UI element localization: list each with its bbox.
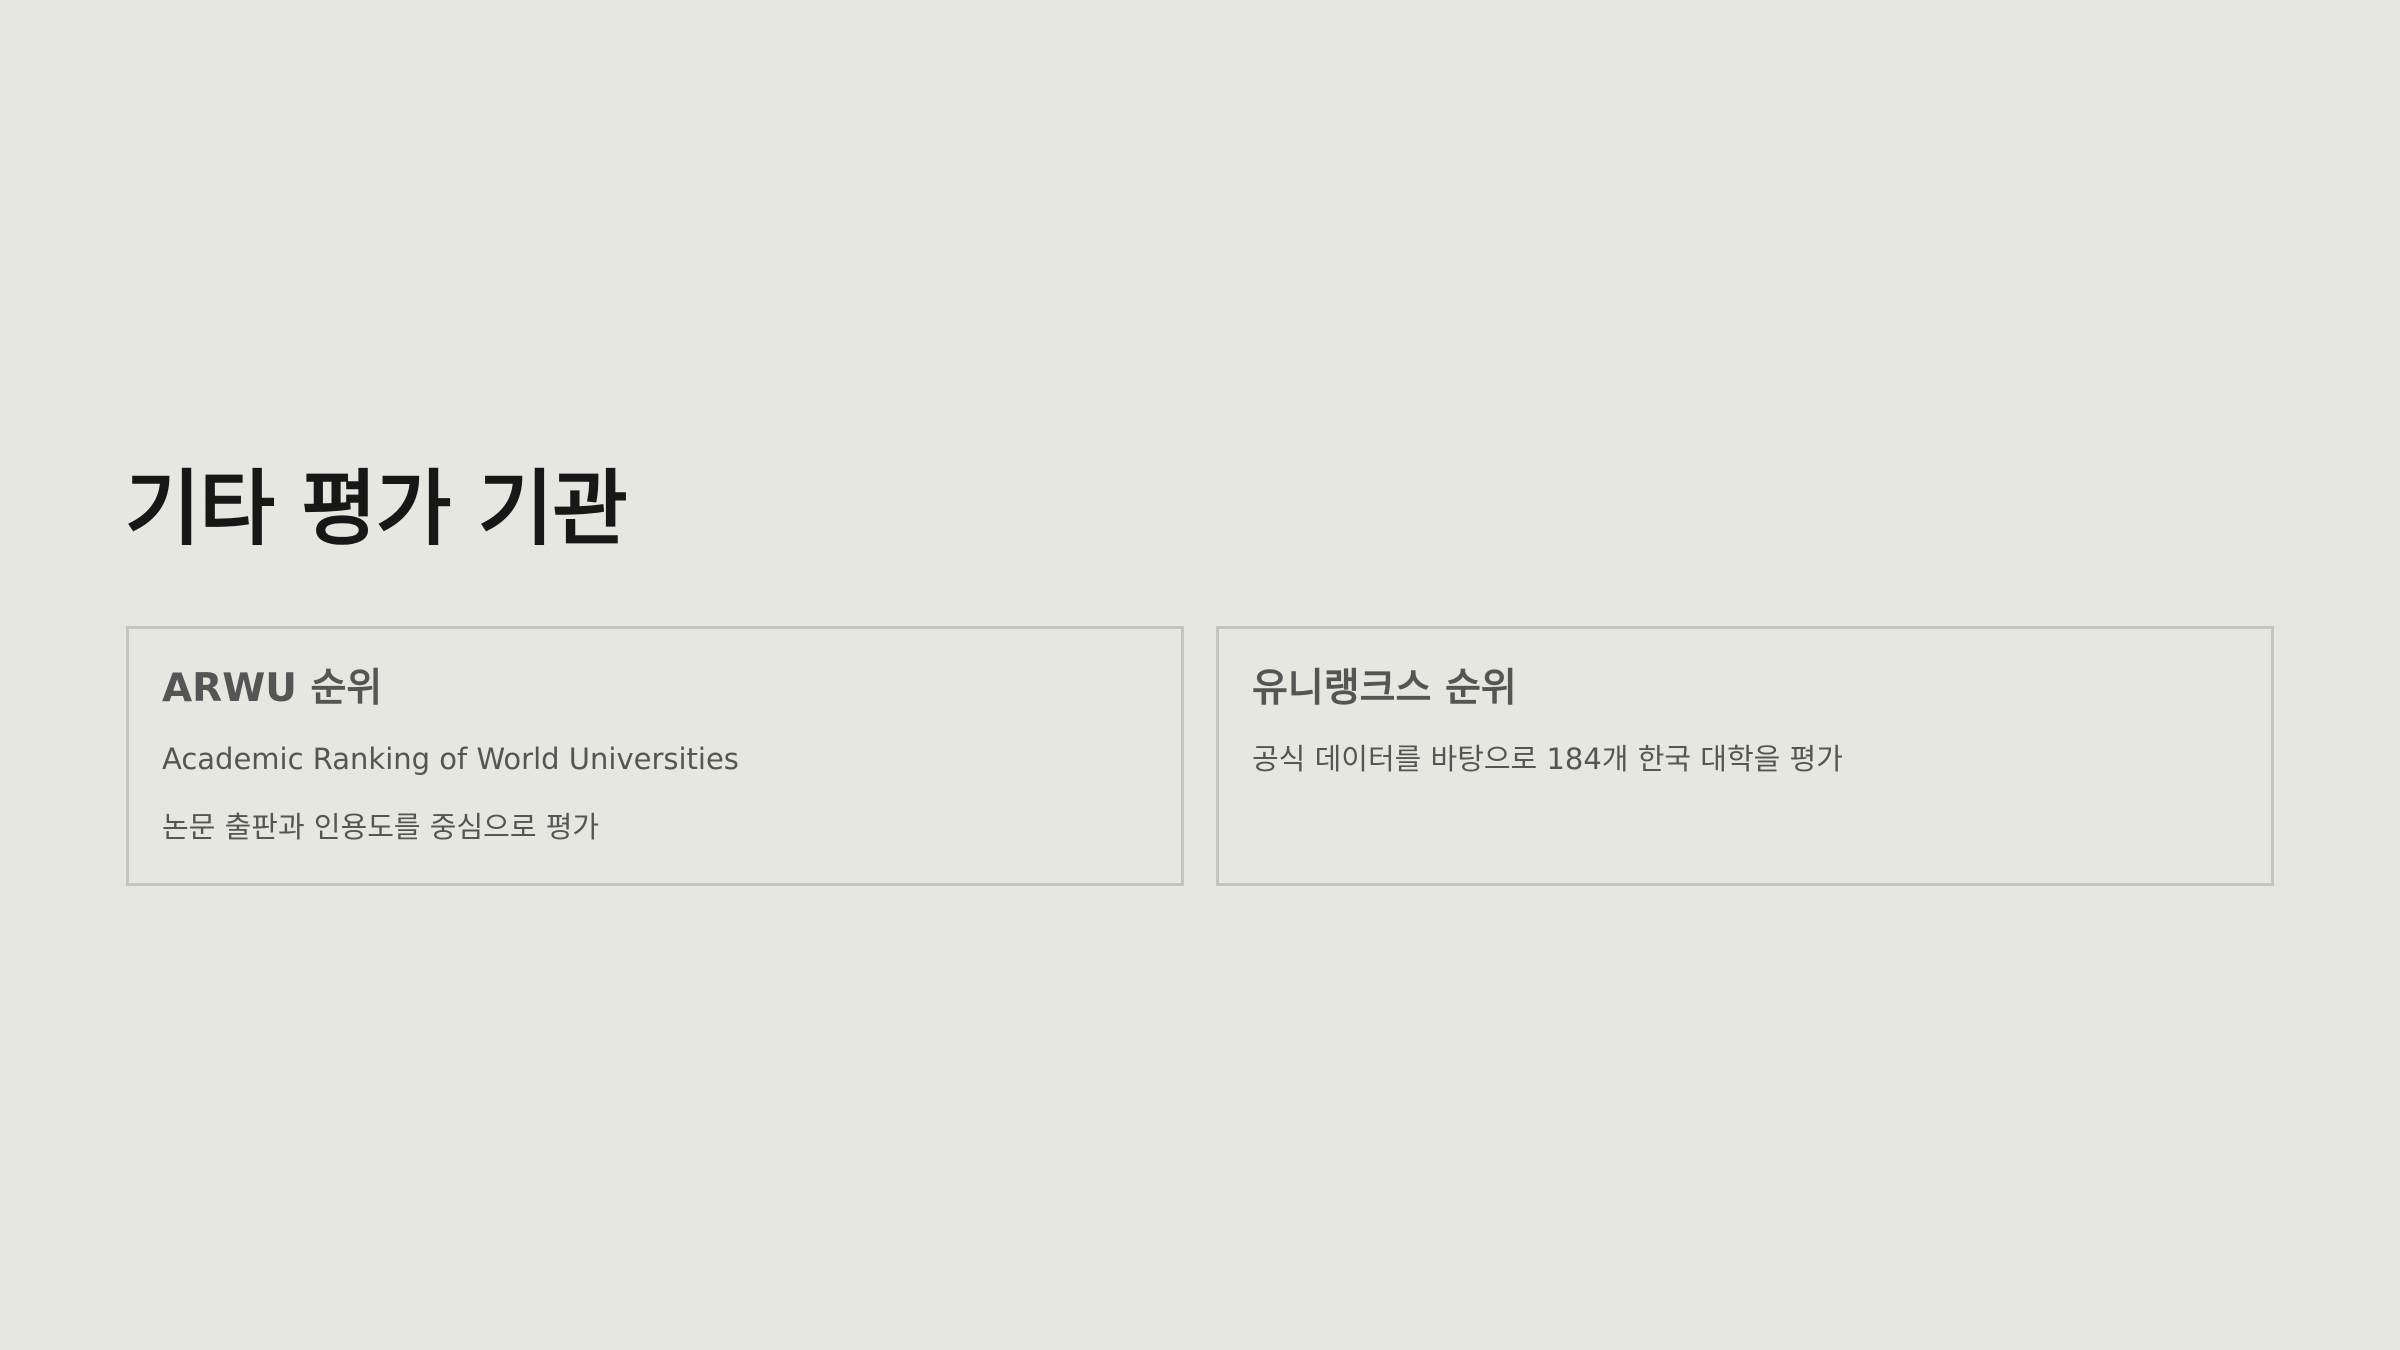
- slide: 기타 평가 기관 ARWU 순위 Academic Ranking of Wor…: [0, 0, 2400, 1350]
- uniranks-card: 유니랭크스 순위 공식 데이터를 바탕으로 184개 한국 대학을 평가: [1216, 626, 2274, 886]
- arwu-card-title: ARWU 순위: [162, 666, 383, 711]
- uniranks-card-description: 공식 데이터를 바탕으로 184개 한국 대학을 평가: [1252, 742, 1843, 776]
- arwu-card-full-name: Academic Ranking of World Universities: [162, 742, 739, 776]
- arwu-card: ARWU 순위 Academic Ranking of World Univer…: [126, 626, 1184, 886]
- page-title: 기타 평가 기관: [125, 462, 628, 557]
- arwu-card-description: 논문 출판과 인용도를 중심으로 평가: [162, 810, 600, 844]
- uniranks-card-title: 유니랭크스 순위: [1252, 666, 1517, 711]
- evaluation-cards: ARWU 순위 Academic Ranking of World Univer…: [126, 626, 2274, 886]
